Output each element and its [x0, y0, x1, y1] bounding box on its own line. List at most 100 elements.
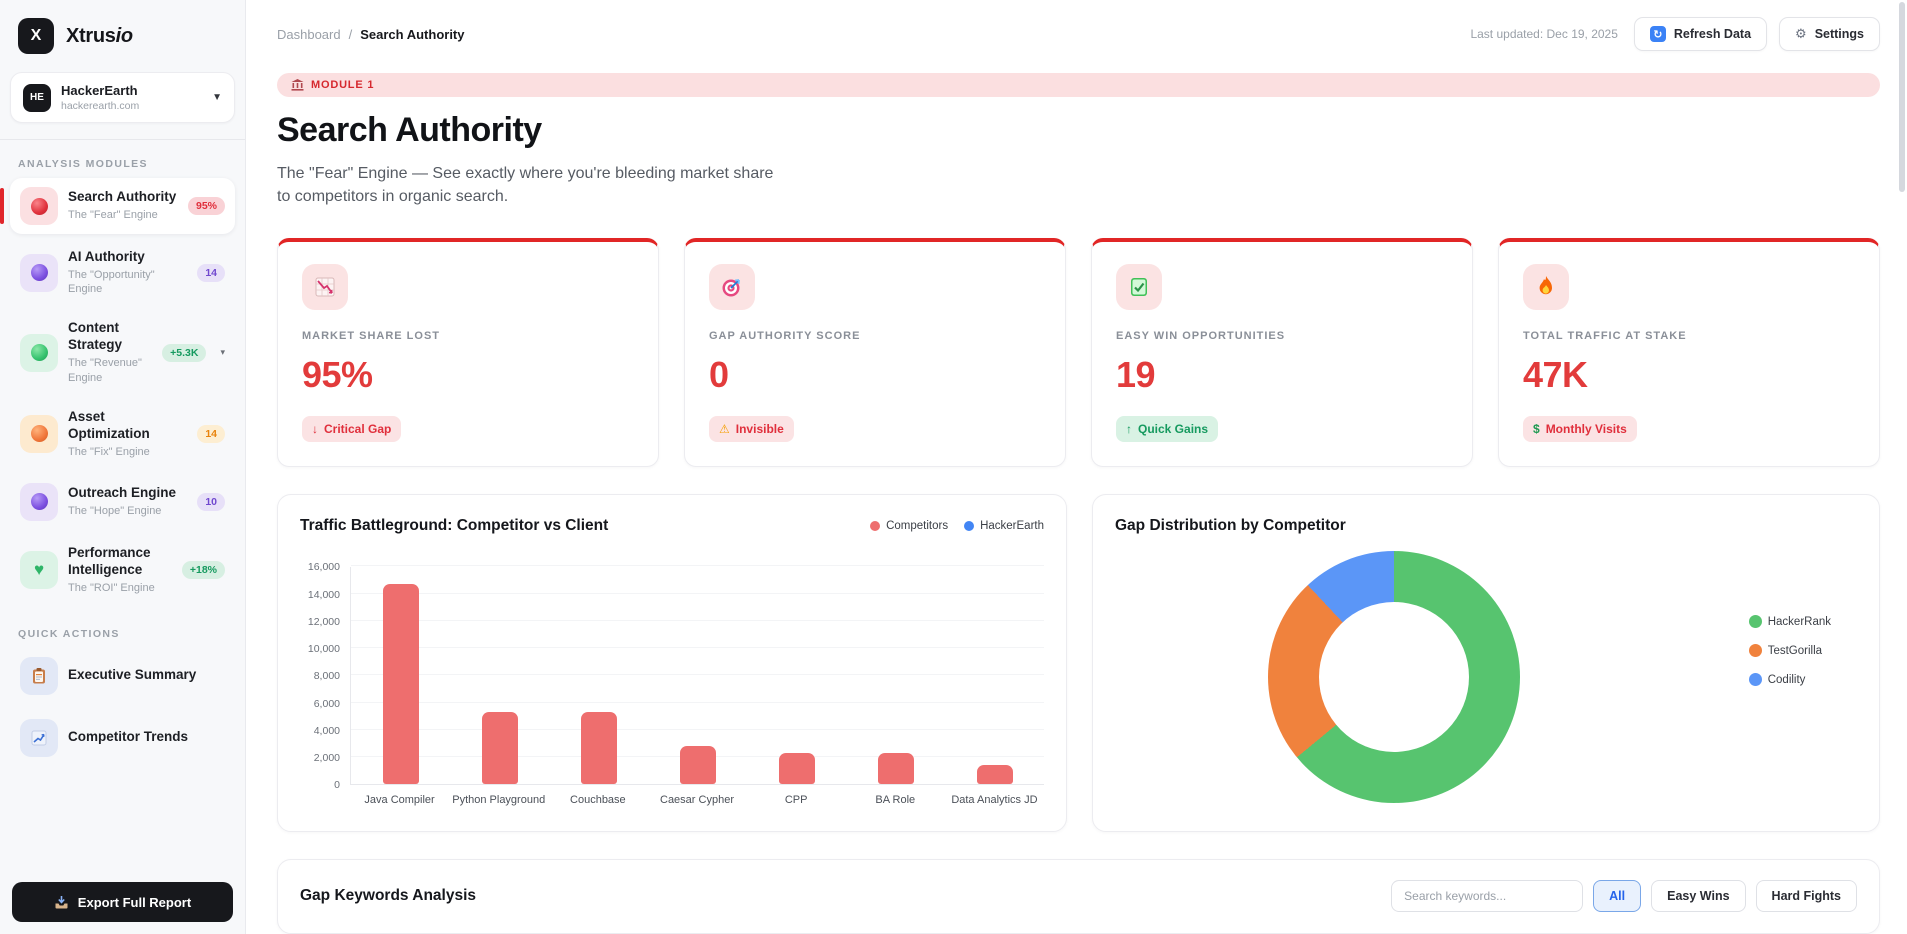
red-sphere-icon	[20, 187, 58, 225]
breadcrumb-dashboard[interactable]: Dashboard	[277, 27, 341, 42]
breadcrumb: Dashboard / Search Authority	[277, 27, 465, 42]
legend-dot-hackerearth	[964, 521, 974, 531]
bar-column	[747, 753, 846, 784]
gridline	[351, 674, 1044, 675]
sidebar-item-subtitle: The "Opportunity" Engine	[68, 268, 187, 297]
refresh-icon: ↻	[1650, 26, 1666, 42]
badge: 14	[197, 425, 225, 443]
breadcrumb-current: Search Authority	[360, 27, 464, 42]
purple-sphere-icon	[20, 483, 58, 521]
money-icon: $	[1533, 422, 1540, 436]
refresh-data-button[interactable]: ↻ Refresh Data	[1634, 17, 1767, 51]
bar-couchbase	[581, 712, 617, 784]
gridline	[351, 620, 1044, 621]
export-full-report-button[interactable]: Export Full Report	[12, 882, 233, 922]
status-badge-label: Invisible	[736, 422, 784, 436]
bar-column	[648, 746, 747, 785]
chart-declining-icon	[302, 264, 348, 310]
x-axis-label: BA Role	[846, 794, 945, 806]
y-axis-tick: 12,000	[308, 616, 340, 628]
sidebar-item-subtitle: The "Fear" Engine	[68, 208, 178, 222]
bank-icon	[291, 79, 304, 91]
x-axis-label: Python Playground	[449, 794, 548, 806]
badge: 95%	[188, 197, 225, 215]
legend-dot	[1749, 644, 1762, 657]
sidebar-item-performance-intelligence[interactable]: ♥ Performance Intelligence The "ROI" Eng…	[10, 536, 235, 604]
flame-icon	[1523, 264, 1569, 310]
bar-column	[846, 753, 945, 784]
status-badge: ↑ Quick Gains	[1116, 416, 1218, 442]
legend-item-hackerrank: HackerRank	[1749, 615, 1831, 628]
bar-column	[450, 712, 549, 784]
quick-action-label: Executive Summary	[68, 667, 225, 684]
gridline	[351, 565, 1044, 566]
stat-value: 47K	[1523, 354, 1855, 396]
sidebar-item-title: Search Authority	[68, 189, 178, 206]
chevron-down-icon[interactable]: ▾	[220, 347, 225, 358]
status-badge: $ Monthly Visits	[1523, 416, 1637, 442]
page-title: Search Authority	[277, 111, 1880, 150]
last-updated-text: Last updated: Dec 19, 2025	[1470, 27, 1617, 41]
gridline	[351, 647, 1044, 648]
x-axis-label: Data Analytics JD	[945, 794, 1044, 806]
stats-row: MARKET SHARE LOST 95% ↓ Critical Gap GAP…	[277, 238, 1880, 467]
clipboard-icon	[20, 657, 58, 695]
stat-value: 95%	[302, 354, 634, 396]
topbar: Dashboard / Search Authority Last update…	[277, 0, 1880, 51]
quick-action-executive-summary[interactable]: Executive Summary	[10, 648, 235, 704]
quick-action-competitor-trends[interactable]: Competitor Trends	[10, 710, 235, 766]
section-quick-actions: QUICK ACTIONS	[18, 628, 227, 640]
donut-chart	[1268, 551, 1520, 803]
x-axis-label: Java Compiler	[350, 794, 449, 806]
bar-python-playground	[482, 712, 518, 784]
purple-sphere-icon	[20, 254, 58, 292]
sidebar-item-subtitle: The "Hope" Engine	[68, 504, 187, 518]
search-keywords-input[interactable]	[1391, 880, 1583, 912]
badge: 14	[197, 264, 225, 282]
filter-hard-fights-button[interactable]: Hard Fights	[1756, 880, 1857, 912]
scrollbar[interactable]	[1899, 0, 1905, 934]
legend-item-competitors: Competitors	[870, 520, 948, 532]
sidebar-item-title: Performance Intelligence	[68, 545, 172, 579]
sidebar-item-ai-authority[interactable]: AI Authority The "Opportunity" Engine 14	[10, 240, 235, 305]
sidebar-item-content-strategy[interactable]: Content Strategy The "Revenue" Engine +5…	[10, 311, 235, 393]
filter-easy-wins-button[interactable]: Easy Wins	[1651, 880, 1745, 912]
stat-label: GAP AUTHORITY SCORE	[709, 330, 1041, 342]
settings-button[interactable]: ⚙ Settings	[1779, 17, 1880, 51]
main-content: Dashboard / Search Authority Last update…	[246, 0, 1907, 934]
company-name: HackerEarth	[61, 83, 202, 98]
scrollbar-thumb[interactable]	[1899, 2, 1905, 192]
x-axis-label: Caesar Cypher	[647, 794, 746, 806]
sidebar-divider	[0, 139, 245, 140]
filter-all-button[interactable]: All	[1593, 880, 1641, 912]
sidebar-item-outreach-engine[interactable]: Outreach Engine The "Hope" Engine 10	[10, 474, 235, 530]
sidebar-item-title: Asset Optimization	[68, 409, 187, 443]
bar-caesar-cypher	[680, 746, 716, 785]
sidebar: X Xtrusio HE HackerEarth hackerearth.com…	[0, 0, 246, 934]
legend-dot-competitors	[870, 521, 880, 531]
warning-icon: ⚠	[719, 422, 730, 436]
company-selector[interactable]: HE HackerEarth hackerearth.com ▼	[10, 72, 235, 123]
sidebar-item-asset-optimization[interactable]: Asset Optimization The "Fix" Engine 14	[10, 400, 235, 468]
green-sphere-icon	[20, 334, 58, 372]
legend-label: Competitors	[886, 520, 948, 532]
settings-label: Settings	[1815, 27, 1864, 41]
bar-data-analytics-jd	[977, 765, 1013, 785]
donut-legend: HackerRankTestGorillaCodility	[1749, 615, 1831, 686]
check-icon	[1116, 264, 1162, 310]
y-axis-tick: 14,000	[308, 589, 340, 601]
brand-logo: X	[18, 18, 54, 54]
legend-item-hackerearth: HackerEarth	[964, 520, 1044, 532]
modules-nav: Search Authority The "Fear" Engine 95% A…	[0, 178, 245, 610]
sidebar-item-search-authority[interactable]: Search Authority The "Fear" Engine 95%	[10, 178, 235, 234]
export-label: Export Full Report	[78, 895, 191, 910]
y-axis-tick: 2,000	[314, 752, 340, 764]
stat-card-market-share-lost: MARKET SHARE LOST 95% ↓ Critical Gap	[277, 238, 659, 467]
trend-chart-icon	[20, 719, 58, 757]
section-analysis-modules: ANALYSIS MODULES	[18, 158, 227, 170]
legend-dot	[1749, 673, 1762, 686]
gridline	[351, 593, 1044, 594]
status-badge-label: Quick Gains	[1138, 422, 1208, 436]
legend-label: HackerEarth	[980, 520, 1044, 532]
y-axis-tick: 10,000	[308, 643, 340, 655]
